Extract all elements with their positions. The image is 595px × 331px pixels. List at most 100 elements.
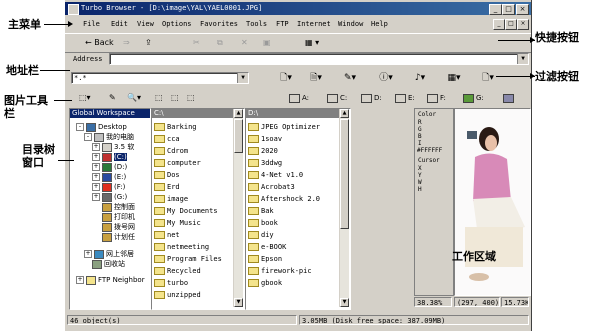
filter-page-button[interactable]: 🗋▾ — [479, 72, 497, 84]
expand-icon[interactable]: + — [92, 183, 100, 191]
chevron-down-icon[interactable]: ▼ — [237, 73, 248, 83]
zoom-tool-button[interactable]: 🔍▾ — [127, 92, 141, 104]
list-item[interactable]: firework-pic — [248, 266, 312, 276]
tree-item[interactable]: + (E:) — [92, 172, 126, 182]
tree-item[interactable]: - Desktop — [76, 122, 127, 132]
image-tool-button[interactable]: ⬚ — [187, 92, 195, 104]
filter-new-button[interactable]: 🗋▾ — [277, 72, 295, 84]
list-item[interactable]: computer — [154, 158, 201, 168]
copy-button[interactable]: ⧉ — [217, 37, 223, 49]
list-item[interactable]: Bak — [248, 206, 274, 216]
menu-file[interactable]: File — [83, 18, 100, 30]
tree-item[interactable]: + (D:) — [92, 162, 127, 172]
filter-edit-button[interactable]: ✎▾ — [341, 72, 359, 84]
list-item[interactable]: 2020 — [248, 146, 278, 156]
menu-options[interactable]: Options — [162, 18, 192, 30]
list-item[interactable]: image — [154, 194, 188, 204]
scroll-down-icon[interactable]: ▼ — [234, 298, 243, 307]
tree-item[interactable]: 回收站 — [92, 259, 125, 269]
tree-item[interactable]: - 我的电脑 — [84, 132, 134, 142]
drive-f-button[interactable]: F: — [427, 92, 446, 104]
list-item[interactable]: Cdrom — [154, 146, 188, 156]
list-item[interactable]: Acrobat3 — [248, 182, 295, 192]
minimize-button[interactable]: _ — [489, 4, 502, 15]
menu-window[interactable]: Window — [338, 18, 363, 30]
tree-item[interactable]: + (C:) — [92, 152, 127, 162]
list-item[interactable]: 3ddwg — [248, 158, 282, 168]
list-item[interactable]: 4-Net v1.0 — [248, 170, 303, 180]
list-item[interactable]: Recycled — [154, 266, 201, 276]
tree-item[interactable]: +3.5 软 — [92, 142, 134, 152]
pen-tool-button[interactable]: ✎ — [109, 92, 116, 104]
list-item[interactable]: unzipped — [154, 290, 201, 300]
list-item[interactable]: net — [154, 230, 180, 240]
list-item[interactable]: cca — [154, 134, 180, 144]
vertical-scrollbar[interactable]: ▲ ▼ — [339, 109, 349, 307]
forward-button[interactable]: ⇒ — [123, 37, 130, 49]
list-item[interactable]: Erd — [154, 182, 180, 192]
list-item[interactable]: gbook — [248, 278, 282, 288]
list-item[interactable]: Aftershock 2.0 — [248, 194, 320, 204]
expand-icon[interactable]: + — [76, 276, 84, 284]
back-button[interactable]: ← Back — [85, 37, 114, 49]
title-bar[interactable]: Turbo Browser - [D:\image\YAL\YAEL0001.J… — [65, 2, 531, 15]
menu-ftp[interactable]: FTP — [276, 18, 289, 30]
list-item[interactable]: Dos — [154, 170, 180, 180]
tree-item[interactable]: + FTP Neighbor — [76, 275, 145, 285]
expand-icon[interactable]: + — [92, 173, 100, 181]
menu-tools[interactable]: Tools — [246, 18, 267, 30]
tree-item[interactable]: 拨号网 — [102, 222, 135, 232]
menu-edit[interactable]: Edit — [111, 18, 128, 30]
image-tool-button[interactable]: ⬚ — [155, 92, 163, 104]
address-input[interactable]: ▼ — [109, 53, 529, 65]
drive-d-button[interactable]: D: — [361, 92, 382, 104]
filter-grid-button[interactable]: ▦▾ — [445, 72, 463, 84]
scroll-up-icon[interactable]: ▲ — [340, 109, 349, 118]
list-item[interactable]: Barking — [154, 122, 197, 132]
expand-icon[interactable]: + — [84, 250, 92, 258]
expand-icon[interactable]: + — [92, 193, 100, 201]
filter-input[interactable]: *.* ▼ — [71, 72, 249, 84]
drive-c-button[interactable]: C: — [327, 92, 347, 104]
filter-doc-button[interactable]: 🗎▾ — [307, 72, 325, 84]
folder-list-d[interactable]: D:\ JPEG Optimizer 1soav 2020 3ddwg 4-Ne… — [245, 108, 351, 310]
drive-a-button[interactable]: A: — [289, 92, 309, 104]
menu-view[interactable]: View — [137, 18, 154, 30]
expand-icon[interactable]: + — [92, 143, 100, 151]
tree-item[interactable]: 控制面 — [102, 202, 135, 212]
list-item[interactable]: Epson — [248, 254, 282, 264]
mdi-close-button[interactable]: × — [517, 19, 529, 30]
properties-button[interactable]: ▣ — [263, 37, 271, 49]
list-item[interactable]: book — [248, 218, 278, 228]
expand-icon[interactable]: + — [92, 163, 100, 171]
menu-help[interactable]: Help — [371, 18, 388, 30]
scroll-down-icon[interactable]: ▼ — [340, 298, 349, 307]
list-item[interactable]: My Music — [154, 218, 201, 228]
scroll-thumb[interactable] — [234, 119, 243, 153]
delete-button[interactable]: ✕ — [241, 37, 248, 49]
tree-item[interactable]: 计划任 — [102, 232, 135, 242]
directory-tree[interactable]: Global Workspace - Desktop - 我的电脑 +3.5 软 +… — [69, 108, 151, 310]
filter-info-button[interactable]: ⓘ▾ — [377, 72, 395, 84]
list-item[interactable]: turbo — [154, 278, 188, 288]
menu-favorites[interactable]: Favorites — [200, 18, 238, 30]
tree-item[interactable]: + 网上邻居 — [84, 249, 134, 259]
expand-icon[interactable]: + — [92, 153, 100, 161]
tree-item[interactable]: + (G:) — [92, 192, 127, 202]
folder-list-c[interactable]: C:\ Barking cca Cdrom computer Dos Erd i… — [151, 108, 245, 310]
image-tool-button[interactable]: ⬚ — [171, 92, 179, 104]
tree-item[interactable]: + (F:) — [92, 182, 125, 192]
vertical-scrollbar[interactable]: ▲ ▼ — [233, 109, 243, 307]
list-item[interactable]: netmeeting — [154, 242, 209, 252]
scroll-up-icon[interactable]: ▲ — [234, 109, 243, 118]
close-button[interactable]: × — [516, 4, 529, 15]
list-item[interactable]: diy — [248, 230, 274, 240]
list-item[interactable]: Program Files — [154, 254, 222, 264]
drive-e-button[interactable]: E: — [395, 92, 415, 104]
chevron-down-icon[interactable]: ▼ — [517, 54, 528, 64]
view-mode-button[interactable]: ▦ ▾ — [305, 37, 319, 49]
list-item[interactable]: 1soav — [248, 134, 282, 144]
tree-item[interactable]: 打印机 — [102, 212, 135, 222]
menu-internet[interactable]: Internet — [297, 18, 331, 30]
select-tool-button[interactable]: ⬚▾ — [79, 92, 91, 104]
